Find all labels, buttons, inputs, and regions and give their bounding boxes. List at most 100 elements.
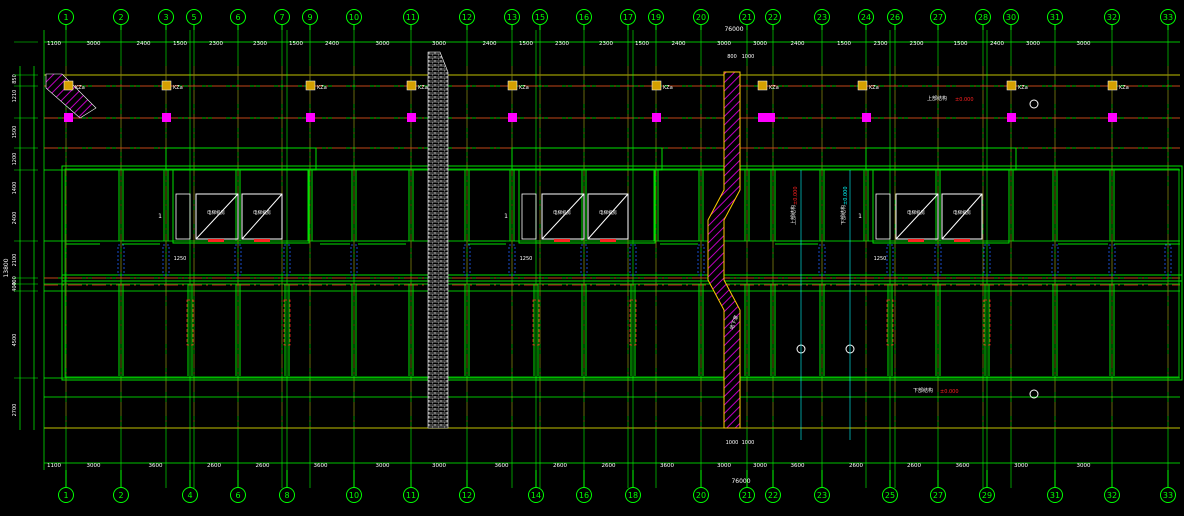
column-kz-label: KZa — [519, 85, 529, 91]
bottom-axis-label-32: 32 — [1107, 491, 1117, 500]
bottom-axis-label-10: 10 — [349, 491, 359, 500]
top-dimension-text: 3000 — [87, 41, 101, 47]
left-dimension-text: 1500 — [12, 126, 18, 139]
top-axis-label-12: 12 — [462, 13, 472, 22]
elevator-label: 电梯机房 — [599, 209, 617, 216]
section-mark: 1 — [858, 213, 862, 220]
left-dimension-text: 1200 — [12, 153, 18, 166]
left-dimension-text: 2100 — [12, 254, 18, 267]
column-kz-mark — [651, 80, 662, 91]
bottom-axis-label-29: 29 — [982, 491, 992, 500]
bottom-axis-label-25: 25 — [885, 491, 895, 500]
top-axis-label-11: 11 — [406, 13, 416, 22]
top-dimension-text: 3000 — [432, 41, 446, 47]
top-axis-label-10: 10 — [349, 13, 359, 22]
column-kz-mark — [507, 80, 518, 91]
bottom-dimension-text: 3600 — [314, 463, 328, 469]
top-axis-label-22: 22 — [768, 13, 778, 22]
top-dimension-text: 3000 — [717, 41, 731, 47]
bottom-dimension-text: 2600 — [849, 463, 863, 469]
top-dimension-text: 3000 — [753, 41, 767, 47]
column-kz-mark — [63, 80, 74, 91]
top-dimension-text: 2400 — [483, 41, 497, 47]
column-magenta-mark — [162, 113, 171, 122]
bottom-dimension-text: 3600 — [660, 463, 674, 469]
top-axis-label-6: 6 — [235, 13, 240, 22]
column-kz-label: KZa — [1119, 85, 1129, 91]
width-dim-text: 1250 — [520, 256, 533, 262]
bottom-axis-label-6: 6 — [235, 491, 240, 500]
top-axis-label-19: 19 — [651, 13, 661, 22]
elevator-label: 电梯机房 — [953, 209, 971, 216]
top-dimension-text: 2400 — [990, 41, 1004, 47]
section-mark: 1 — [504, 213, 508, 220]
top-dimension-text: 2300 — [253, 41, 267, 47]
top-dimension-text: 2300 — [209, 41, 223, 47]
under-label: 下部结构 — [913, 387, 933, 394]
bottom-dimension-text: 1100 — [47, 463, 61, 469]
top-axis-label-9: 9 — [307, 13, 312, 22]
top-dimension-text: 1500 — [954, 41, 968, 47]
bottom-dimension-text: 3600 — [149, 463, 163, 469]
bottom-axis-label-20: 20 — [696, 491, 706, 500]
bottom-axis-label-12: 12 — [462, 491, 472, 500]
left-dimension-text: 1400 — [12, 182, 18, 195]
section-mark: 1 — [158, 213, 162, 220]
top-dimension-text: 2300 — [910, 41, 924, 47]
top-axis-label-23: 23 — [817, 13, 827, 22]
vertical-note-red: ±0.000 — [793, 186, 799, 205]
column-kz-label: KZa — [418, 85, 428, 91]
column-kz-label: KZa — [663, 85, 673, 91]
column-magenta-mark — [508, 113, 517, 122]
bottom-dimension-text: 2600 — [602, 463, 616, 469]
door-mark-red — [208, 239, 224, 242]
door-mark-red — [554, 239, 570, 242]
column-magenta-mark — [407, 113, 416, 122]
bottom-dimension-text: 2600 — [907, 463, 921, 469]
vertical-note-white-b: 下部结构 — [840, 205, 847, 225]
column-kz-label: KZa — [317, 85, 327, 91]
bottom-axis-label-1: 1 — [63, 491, 68, 500]
top-axis-label-13: 13 — [507, 13, 517, 22]
elevation-label-top: ±0.000 — [955, 97, 974, 103]
bottom-dimension-text: 2600 — [207, 463, 221, 469]
bottom-axis-label-11: 11 — [406, 491, 416, 500]
gap-dim-bottom-2: 1000 — [742, 440, 755, 446]
top-dimension-text: 3000 — [1026, 41, 1040, 47]
top-dimension-text: 2400 — [791, 41, 805, 47]
top-axis-label-17: 17 — [623, 13, 633, 22]
gap-dim-top-1: 800 — [727, 54, 737, 60]
bottom-axis-label-4: 4 — [187, 491, 192, 500]
bottom-axis-label-18: 18 — [628, 491, 638, 500]
column-kz-label: KZa — [769, 85, 779, 91]
bottom-axis-label-8: 8 — [284, 491, 289, 500]
bottom-dimension-text: 3000 — [717, 463, 731, 469]
bottom-dimension-text: 3600 — [956, 463, 970, 469]
gap-dim-bottom-1: 1000 — [726, 440, 739, 446]
column-kz-mark — [1107, 80, 1118, 91]
door-mark-red — [600, 239, 616, 242]
elevator-label: 电梯机房 — [253, 209, 271, 216]
column-magenta-mark — [766, 113, 775, 122]
cad-drawing: 电梯机房 电梯机房11250电梯机房 电梯机房11250电梯机房 电梯机房11250 … — [0, 0, 1184, 516]
top-axis-label-1: 1 — [63, 13, 68, 22]
column-magenta-mark — [1108, 113, 1117, 122]
top-axis-label-20: 20 — [696, 13, 706, 22]
column-magenta-mark — [652, 113, 661, 122]
gap-dim-top-2: 1000 — [742, 54, 755, 60]
roof-label: 上部结构 — [927, 95, 947, 102]
bottom-axis-label-22: 22 — [768, 491, 778, 500]
bottom-axis-label-23: 23 — [817, 491, 827, 500]
vertical-note-white-a: 上部结构 — [790, 205, 797, 225]
top-dimension-text: 3000 — [1077, 41, 1091, 47]
top-axis-label-24: 24 — [861, 13, 871, 22]
bottom-dimension-text: 3000 — [1077, 463, 1091, 469]
column-magenta-mark — [64, 113, 73, 122]
elevator-label: 电梯机房 — [907, 209, 925, 216]
elevation-label-bottom: ±0.000 — [940, 389, 959, 395]
left-dimension-text: 1210 — [12, 90, 18, 103]
bottom-axis-label-27: 27 — [933, 491, 943, 500]
bottom-dimension-text: 3000 — [432, 463, 446, 469]
expansion-joint-zone — [427, 51, 449, 429]
bottom-dimension-text: 3000 — [87, 463, 101, 469]
